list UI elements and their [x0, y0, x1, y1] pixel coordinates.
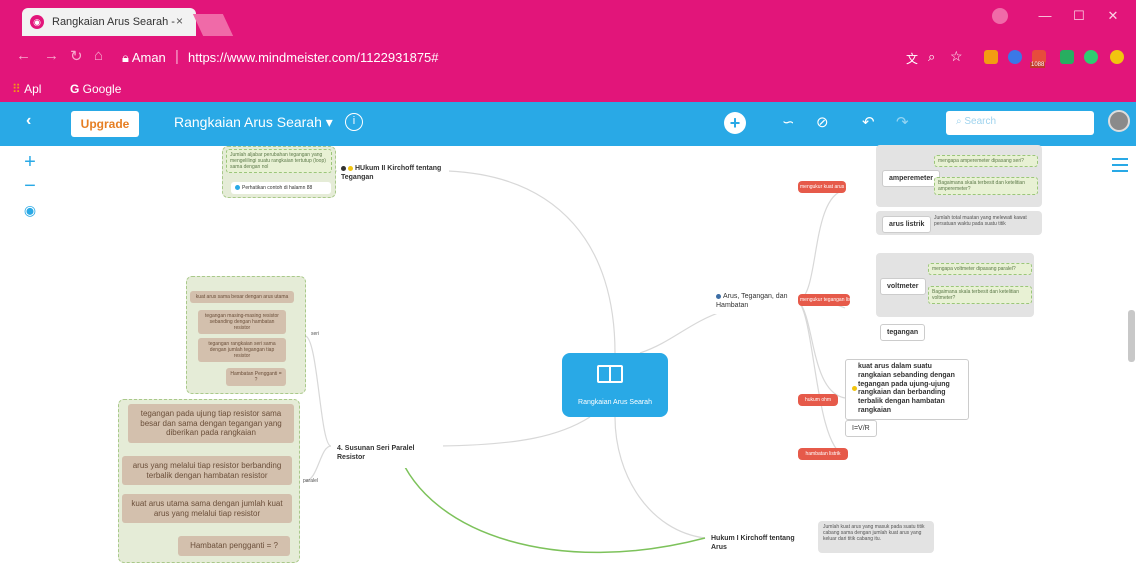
upgrade-button[interactable]: Upgrade — [71, 111, 139, 137]
topic-ohm-formula[interactable]: I=V/R — [845, 420, 877, 437]
connector-line — [304, 335, 332, 447]
connector-line — [797, 189, 846, 302]
google-icon: G — [70, 82, 83, 96]
branch-hukum-ohm[interactable]: hukum ohm — [798, 394, 838, 406]
bookmarks-bar — [0, 76, 1136, 102]
book-icon — [597, 365, 623, 383]
connector-line — [614, 416, 706, 539]
extension-icon[interactable] — [1008, 50, 1022, 64]
undo-icon[interactable]: ↶ — [862, 113, 875, 131]
reload-icon[interactable]: ↻ — [70, 47, 83, 65]
redo-icon[interactable]: ↷ — [896, 113, 909, 131]
voltmeter-question[interactable]: Bagaimana skala terbesit dan ketelitian … — [928, 286, 1032, 304]
kirchhoff1-note[interactable]: Jumlah kuat arus yang masuk pada suatu t… — [818, 521, 934, 553]
bookmark-star-icon[interactable]: ☆ — [950, 48, 963, 65]
gmail-badge: 1088 — [1030, 62, 1046, 68]
seri-item[interactable]: Hambatan Pengganti = ? — [226, 368, 286, 386]
translate-icon[interactable]: 文 — [906, 50, 918, 67]
user-avatar[interactable] — [1108, 110, 1130, 132]
center-map-icon[interactable]: ◉ — [18, 198, 42, 222]
add-topic-button[interactable]: + — [724, 112, 746, 134]
topic-tegangan[interactable]: tegangan — [880, 324, 926, 341]
hamburger-menu-icon[interactable] — [1112, 158, 1128, 172]
kirchhoff2-example[interactable]: Perhatikan contoh di halamn 88 — [231, 182, 331, 195]
vertical-scrollbar[interactable] — [1128, 310, 1135, 362]
url-separator: | — [175, 48, 179, 65]
bullet-icon — [348, 165, 353, 171]
lock-icon: 🔒︎ — [122, 50, 132, 65]
info-icon[interactable]: i — [345, 113, 363, 131]
bullet-icon — [235, 185, 240, 191]
branch-hambatan[interactable]: hambatan listrik — [798, 448, 848, 460]
extension-icon[interactable] — [1060, 50, 1074, 64]
forward-arrow-icon[interactable]: → — [44, 47, 59, 64]
tab-title: Rangkaian Arus Searah - — [52, 16, 175, 28]
close-window-icon[interactable]: ✕ — [1096, 4, 1130, 28]
extension-icon[interactable] — [984, 50, 998, 64]
map-title[interactable]: Rangkaian Arus Searah ▾ — [174, 114, 333, 131]
paralel-item[interactable]: arus yang melalui tiap resistor berbandi… — [122, 456, 292, 486]
amperemeter-question[interactable]: mengapa amperemeter dipasang seri? — [934, 155, 1038, 167]
topic-kirchhoff1[interactable]: Hukum I Kirchoff tentang Arus — [706, 531, 810, 557]
bookmark-google[interactable]: G Google — [70, 82, 121, 96]
secure-lock-label[interactable]: 🔒︎ Aman — [122, 50, 166, 66]
connector-line — [439, 416, 591, 447]
seri-item[interactable]: tegangan rangkaian seri sama dengan juml… — [198, 338, 286, 362]
connect-icon[interactable]: ∽ — [782, 113, 795, 131]
apps-grid-icon: ⠿ — [12, 82, 25, 96]
seri-item[interactable]: tegangan masing-masing resistor sebandin… — [198, 310, 286, 334]
back-arrow-icon[interactable]: ← — [16, 47, 31, 64]
maximize-icon[interactable]: ☐ — [1062, 4, 1096, 28]
extension-icon[interactable] — [1084, 50, 1098, 64]
paralel-item[interactable]: kuat arus utama sama dengan jumlah kuat … — [122, 494, 292, 524]
home-icon[interactable]: ⌂ — [94, 47, 103, 64]
caret-down-icon: ▾ — [321, 114, 333, 130]
topic-ohm-statement[interactable]: kuat arus dalam suatu rangkaian sebandin… — [845, 359, 969, 420]
bullet-icon — [852, 386, 857, 391]
bullet-icon — [341, 165, 346, 171]
topic-kirchhoff2[interactable]: HUkum II Kirchoff tentang Tegangan — [337, 162, 449, 186]
topic-voltmeter[interactable]: voltmeter — [880, 278, 926, 295]
minimize-icon[interactable]: — — [1028, 4, 1062, 28]
branch-mengukur-tegangan[interactable]: mengukur tegangan listrik — [798, 294, 857, 306]
arus-listrik-definition[interactable]: Jumlah total muatan yang melewati kawat … — [934, 215, 1038, 227]
branch-mengukur-arus[interactable]: mengukur kuat arus listrik — [798, 181, 857, 193]
url-text[interactable]: https://www.mindmeister.com/1122931875# — [188, 50, 439, 65]
zoom-out-icon[interactable]: − — [18, 174, 42, 198]
relation-arrow — [397, 451, 706, 554]
zoom-in-icon[interactable]: + — [18, 150, 42, 174]
root-topic[interactable]: Rangkaian Arus Searah — [562, 353, 668, 417]
kirchhoff2-note[interactable]: Jumlah aljabar perubahan tegangan yang m… — [226, 149, 332, 173]
extension-icon[interactable] — [1110, 50, 1124, 64]
back-chevron-icon[interactable]: ‹ — [26, 112, 31, 130]
tab-close-icon[interactable]: × — [176, 14, 183, 28]
voltmeter-question[interactable]: mengapa voltmeter dipasang paralel? — [928, 263, 1032, 275]
topic-arus-tegangan[interactable]: Arus, Tegangan, dan Hambatan — [712, 290, 798, 314]
paralel-label[interactable]: paralel — [303, 478, 318, 484]
connector-line — [797, 300, 846, 457]
amperemeter-question[interactable]: Bagaimana skala terbesit dan ketelitian … — [934, 177, 1038, 195]
paralel-item[interactable]: tegangan pada ujung tiap resistor sama b… — [128, 404, 294, 443]
browser-tab[interactable]: ◉ Rangkaian Arus Searah - × — [22, 8, 196, 36]
mindmeister-favicon-icon: ◉ — [30, 15, 44, 29]
disable-icon[interactable]: ⊘ — [816, 113, 829, 131]
topic-arus-listrik[interactable]: arus listrik — [882, 216, 932, 233]
connector-line — [304, 445, 332, 482]
profile-icon[interactable] — [992, 8, 1008, 24]
topic-amperemeter[interactable]: amperemeter — [882, 170, 940, 187]
topic-susunan[interactable]: 4. Susunan Seri Paralel Resistor — [331, 440, 443, 468]
connector-line — [447, 170, 616, 354]
bullet-icon — [716, 293, 721, 299]
bookmark-apps[interactable]: ⠿ Apl — [12, 82, 41, 96]
seri-label[interactable]: seri — [311, 331, 319, 337]
search-input[interactable]: ⌕ Search — [946, 111, 1094, 135]
zoom-panel: + − ◉ — [18, 150, 42, 222]
paralel-item[interactable]: Hambatan pengganti = ? — [178, 536, 290, 556]
seri-item[interactable]: kuat arus sama besar dengan arus utama — [190, 291, 294, 303]
zoom-icon[interactable]: ⌕ — [928, 49, 935, 65]
